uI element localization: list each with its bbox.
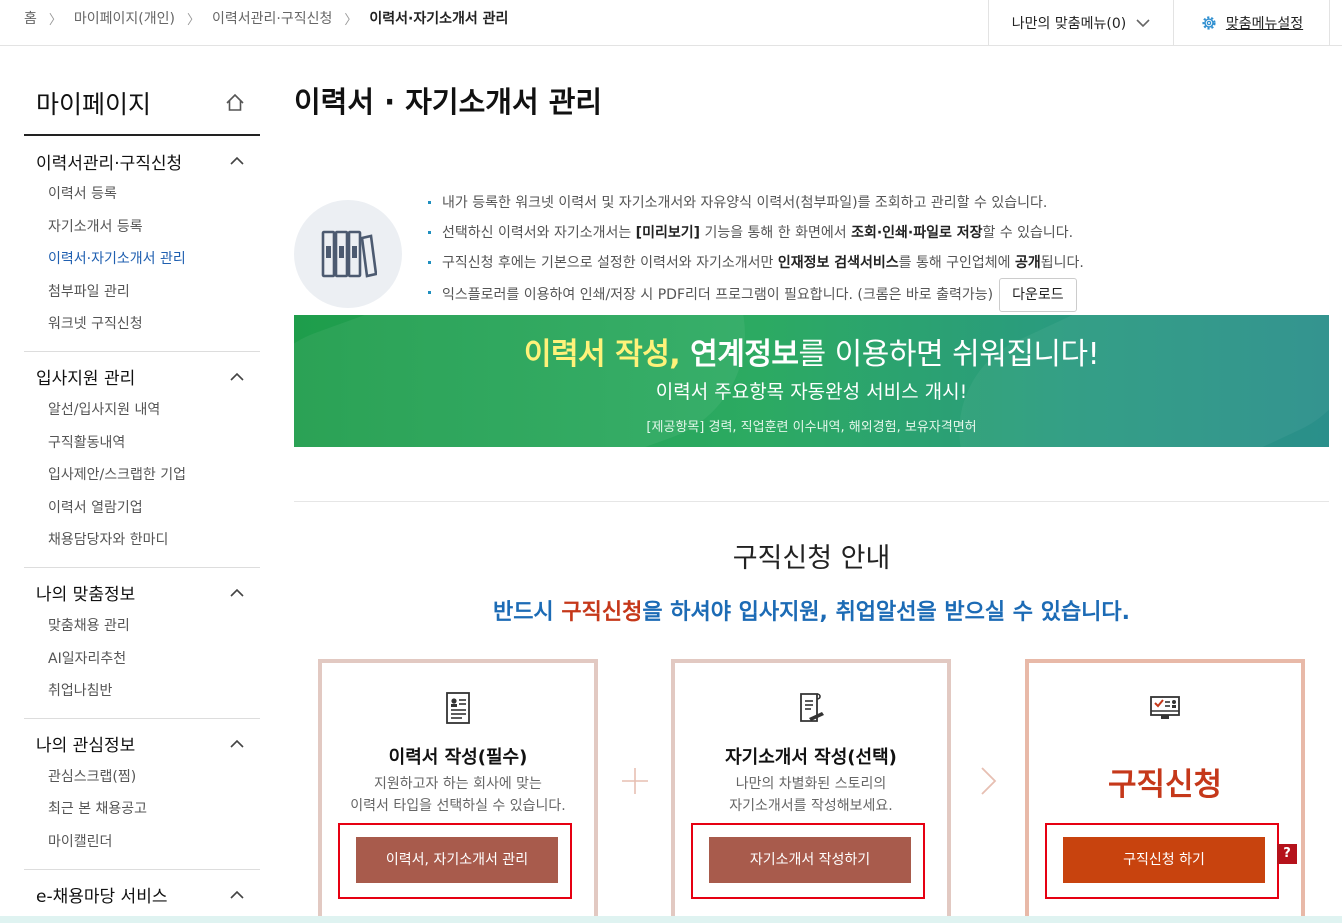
sidebar-group-title: e-채용마당 서비스 (36, 887, 168, 907)
sidebar-group-title: 입사지원 관리 (36, 369, 136, 390)
resume-step-card: 이력서 작성(필수) 지원하고자 하는 회사에 맞는 이력서 타입을 선택하실 수… (318, 659, 598, 923)
top-bar: 홈 〉 마이페이지(개인) 〉 이력서관리·구직신청 〉 이력서·자기소개서 관… (0, 0, 1342, 46)
sidebar-item-ai-recommend[interactable]: AI일자리추천 (24, 643, 260, 676)
sidebar-group-header[interactable]: 이력서관리·구직신청 (24, 148, 260, 174)
download-button[interactable]: 다운로드 (999, 278, 1077, 312)
home-icon[interactable] (224, 92, 246, 114)
sidebar-item-recruiter-message[interactable]: 채용담당자와 한마디 (24, 524, 260, 557)
help-icon[interactable]: ? (1277, 844, 1297, 864)
chevron-up-icon (230, 372, 244, 381)
banner-provided-items: [제공항목] 경력, 직업훈련 이수내역, 해외경험, 보유자격면허 (646, 420, 977, 435)
job-apply-guide-notice: 반드시 구직신청을 하셔야 입사지원, 취업알선을 받으실 수 있습니다. (492, 600, 1131, 625)
gear-icon (1202, 16, 1216, 30)
sidebar-group-header[interactable]: 입사지원 관리 (24, 364, 260, 390)
cover-letter-step-card: 자기소개서 작성(선택) 나만의 차별화된 스토리의 자기소개서를 작성해보세요.… (671, 659, 951, 923)
sidebar-item-worknet-apply[interactable]: 워크넷 구직신청 (24, 308, 260, 341)
sidebar-group-header[interactable]: e-채용마당 서비스 (24, 882, 260, 908)
write-cover-letter-button[interactable]: 자기소개서 작성하기 (709, 837, 911, 883)
job-apply-step-card: 구직신청 구직신청 하기 (1025, 659, 1305, 923)
intro-illustration (294, 200, 402, 308)
sidebar-group-application: 입사지원 관리 알선/입사지원 내역 구직활동내역 입사제안/스크랩한 기업 이… (24, 352, 260, 568)
resume-icon (446, 692, 470, 724)
chevron-right-icon: 〉 (48, 12, 62, 28)
sidebar-item-offers-scrap[interactable]: 입사제안/스크랩한 기업 (24, 459, 260, 492)
sidebar-group-title: 나의 관심정보 (36, 736, 136, 757)
chevron-up-icon (230, 739, 244, 748)
sidebar-group-header[interactable]: 나의 관심정보 (24, 731, 260, 757)
chevron-down-icon (1136, 19, 1150, 28)
page-title: 이력서 · 자기소개서 관리 (294, 85, 603, 119)
chevron-up-icon (230, 156, 244, 165)
breadcrumb-mypage[interactable]: 마이페이지(개인) (74, 8, 175, 28)
intro-line-4: 익스플로러를 이용하여 인쇄/저장 시 PDF리더 프로그램이 필요합니다. (… (426, 278, 1084, 312)
custom-menu-settings-label: 맞춤메뉴설정 (1225, 16, 1304, 32)
sidebar-item-custom-jobs[interactable]: 맞춤채용 관리 (24, 610, 260, 643)
card-title: 자기소개서 작성(선택) (725, 747, 897, 768)
sidebar-header: 마이페이지 (24, 78, 260, 136)
resume-autofill-banner[interactable]: 이력서 작성, 연계정보를 이용하면 쉬워집니다! 이력서 주요항목 자동완성 … (294, 315, 1329, 447)
sidebar-item-resume-viewers[interactable]: 이력서 열람기업 (24, 492, 260, 525)
sidebar-group-interest: 나의 관심정보 관심스크랩(찜) 최근 본 채용공고 마이캘린더 (24, 719, 260, 870)
section-divider (294, 501, 1329, 502)
sidebar-item-attachment-manage[interactable]: 첨부파일 관리 (24, 276, 260, 309)
my-custom-menu-dropdown[interactable]: 나만의 맞춤메뉴(0) (988, 0, 1174, 46)
sidebar-item-interest-scrap[interactable]: 관심스크랩(찜) (24, 761, 260, 794)
intro-line-1: 내가 등록한 워크넷 이력서 및 자기소개서와 자유양식 이력서(첨부파일)를 … (426, 188, 1084, 218)
sidebar-item-recent-jobs[interactable]: 최근 본 채용공고 (24, 793, 260, 826)
sidebar-group-resume: 이력서관리·구직신청 이력서 등록 자기소개서 등록 이력서·자기소개서 관리 … (24, 136, 260, 352)
monitor-check-icon (1150, 696, 1180, 719)
job-apply-button[interactable]: 구직신청 하기 (1063, 837, 1265, 883)
sidebar-item-cover-letter-register[interactable]: 자기소개서 등록 (24, 211, 260, 244)
plus-icon (622, 768, 648, 794)
breadcrumb-current: 이력서·자기소개서 관리 (369, 11, 509, 27)
intro-list: 내가 등록한 워크넷 이력서 및 자기소개서와 자유양식 이력서(첨부파일)를 … (426, 188, 1084, 312)
sidebar-item-resume-manage[interactable]: 이력서·자기소개서 관리 (24, 243, 260, 276)
breadcrumb-home[interactable]: 홈 (24, 8, 37, 28)
card-title: 구직신청 (1107, 767, 1223, 803)
sidebar-title: 마이페이지 (36, 90, 152, 119)
chevron-up-icon (230, 890, 244, 899)
sidebar-item-job-compass[interactable]: 취업나침반 (24, 675, 260, 708)
intro-line-2: 선택하신 이력서와 자기소개서는 [미리보기] 기능을 통해 한 화면에서 조회… (426, 218, 1084, 248)
my-custom-menu-label: 나만의 맞춤메뉴(0) (1011, 16, 1127, 32)
banner-headline: 이력서 작성, 연계정보를 이용하면 쉬워집니다! (523, 337, 1100, 372)
binders-icon (321, 230, 377, 278)
sidebar-group-title: 나의 맞춤정보 (36, 585, 136, 606)
chevron-up-icon (230, 588, 244, 597)
intro-section: 내가 등록한 워크넷 이력서 및 자기소개서와 자유양식 이력서(첨부파일)를 … (294, 126, 1330, 312)
intro-line-3: 구직신청 후에는 기본으로 설정한 이력서와 자기소개서만 인재정보 검색서비스… (426, 248, 1084, 278)
breadcrumb-resume-apply[interactable]: 이력서관리·구직신청 (212, 8, 332, 28)
sidebar-group-custom-info: 나의 맞춤정보 맞춤채용 관리 AI일자리추천 취업나침반 (24, 568, 260, 719)
sidebar-item-application-history[interactable]: 알선/입사지원 내역 (24, 394, 260, 427)
breadcrumb: 홈 〉 마이페이지(개인) 〉 이력서관리·구직신청 〉 이력서·자기소개서 관… (24, 0, 508, 36)
banner-subheadline: 이력서 주요항목 자동완성 서비스 개시! (655, 381, 968, 403)
card-description: 지원하고자 하는 회사에 맞는 이력서 타입을 선택하실 수 있습니다. (350, 776, 566, 814)
card-description: 나만의 차별화된 스토리의 자기소개서를 작성해보세요. (729, 776, 893, 814)
job-apply-guide-title: 구직신청 안내 (732, 543, 891, 574)
sidebar-group-title: 이력서관리·구직신청 (36, 153, 183, 174)
chevron-right-icon (981, 767, 997, 795)
card-title: 이력서 작성(필수) (388, 747, 528, 768)
sidebar-group-header[interactable]: 나의 맞춤정보 (24, 580, 260, 606)
document-pen-icon (800, 693, 824, 722)
chevron-right-icon: 〉 (344, 12, 358, 28)
custom-menu-settings-link[interactable]: 맞춤메뉴설정 (1174, 0, 1330, 46)
main-content: 이력서 · 자기소개서 관리 내가 등록한 워크넷 이력서 및 자기소개서와 자… (294, 78, 1330, 312)
sidebar: 마이페이지 이력서관리·구직신청 이력서 등록 자기소개서 등록 이력서·자기소… (24, 78, 260, 918)
sidebar-item-resume-register[interactable]: 이력서 등록 (24, 178, 260, 211)
sidebar-item-job-activity[interactable]: 구직활동내역 (24, 427, 260, 460)
manage-resume-button[interactable]: 이력서, 자기소개서 관리 (356, 837, 558, 883)
sidebar-item-my-calendar[interactable]: 마이캘린더 (24, 826, 260, 859)
chevron-right-icon: 〉 (187, 12, 201, 28)
sidebar-group-e-recruit: e-채용마당 서비스 (24, 870, 260, 918)
footer-strip (0, 916, 1342, 923)
